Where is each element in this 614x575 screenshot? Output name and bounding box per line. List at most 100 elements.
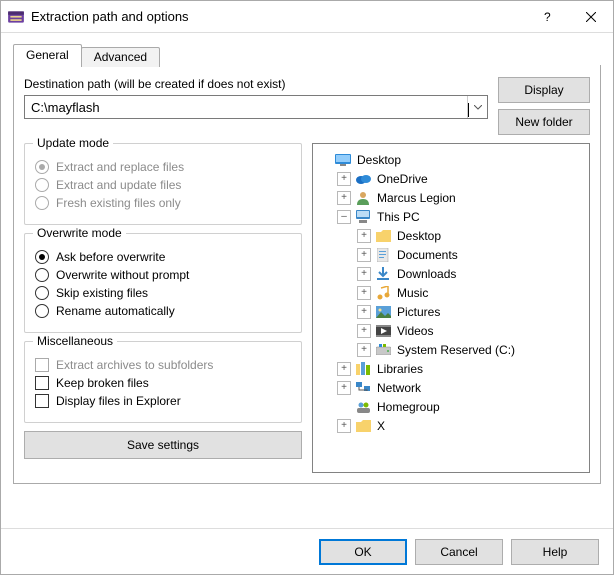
display-button[interactable]: Display xyxy=(498,77,590,103)
radio-ask-before[interactable]: Ask before overwrite xyxy=(35,250,291,264)
group-overwrite-title: Overwrite mode xyxy=(33,226,126,240)
save-settings-label: Save settings xyxy=(127,438,199,452)
tree-node-desktop[interactable]: Desktop xyxy=(317,150,585,169)
check-display-explorer-label: Display files in Explorer xyxy=(56,394,181,408)
check-keep-broken[interactable]: Keep broken files xyxy=(35,376,291,390)
tree-node-homegroup[interactable]: Homegroup xyxy=(317,397,585,416)
expand-icon[interactable]: + xyxy=(337,419,351,433)
check-display-explorer[interactable]: Display files in Explorer xyxy=(35,394,291,408)
titlebar: Extraction path and options ? xyxy=(1,1,613,33)
tree-node-pc-videos-label: Videos xyxy=(395,324,435,338)
folder-icon xyxy=(355,418,371,434)
help-footer-button[interactable]: Help xyxy=(511,539,599,565)
expand-icon[interactable]: + xyxy=(357,267,371,281)
new-folder-button[interactable]: New folder xyxy=(498,109,590,135)
tree-node-pc-sysres[interactable]: +System Reserved (C:) xyxy=(317,340,585,359)
cancel-button-label: Cancel xyxy=(440,545,477,559)
save-settings-button[interactable]: Save settings xyxy=(24,431,302,459)
expand-icon[interactable]: + xyxy=(357,248,371,262)
expand-icon[interactable]: + xyxy=(357,229,371,243)
tree-node-user[interactable]: + Marcus Legion xyxy=(317,188,585,207)
group-update-mode: Update mode Extract and replace files Ex… xyxy=(24,143,302,225)
tree-node-thispc[interactable]: – This PC xyxy=(317,207,585,226)
radio-extract-update-label: Extract and update files xyxy=(56,178,181,192)
check-extract-subfolders-label: Extract archives to subfolders xyxy=(56,358,213,372)
homegroup-icon xyxy=(355,399,371,415)
winrar-icon xyxy=(7,8,25,26)
cancel-button[interactable]: Cancel xyxy=(415,539,503,565)
drive-icon xyxy=(375,342,391,358)
new-folder-button-label: New folder xyxy=(515,115,572,129)
tree-node-thispc-label: This PC xyxy=(375,210,422,224)
radio-fresh-existing: Fresh existing files only xyxy=(35,196,291,210)
radio-overwrite-without-label: Overwrite without prompt xyxy=(56,268,189,282)
tree-node-pc-music[interactable]: +Music xyxy=(317,283,585,302)
tab-panel-general: Destination path (will be created if doe… xyxy=(13,65,601,484)
close-button[interactable] xyxy=(569,1,613,32)
user-icon xyxy=(355,190,371,206)
dialog-window: Extraction path and options ? General Ad… xyxy=(0,0,614,575)
tree-node-pc-pictures-label: Pictures xyxy=(395,305,442,319)
expand-icon[interactable]: + xyxy=(337,362,351,376)
tree-node-pc-desktop[interactable]: +Desktop xyxy=(317,226,585,245)
network-icon xyxy=(355,380,371,396)
expand-icon[interactable]: + xyxy=(357,286,371,300)
expand-icon[interactable]: + xyxy=(337,191,351,205)
check-keep-broken-label: Keep broken files xyxy=(56,376,149,390)
expand-icon[interactable]: + xyxy=(337,172,351,186)
tree-node-libraries[interactable]: +Libraries xyxy=(317,359,585,378)
tree-node-desktop-label: Desktop xyxy=(355,153,403,167)
tab-advanced-label: Advanced xyxy=(94,50,147,64)
folder-icon xyxy=(375,228,391,244)
tree-node-pc-videos[interactable]: + Videos xyxy=(317,321,585,340)
check-extract-subfolders: Extract archives to subfolders xyxy=(35,358,291,372)
radio-extract-replace: Extract and replace files xyxy=(35,160,291,174)
destination-dropdown-button[interactable] xyxy=(467,96,487,118)
tree-node-pc-downloads[interactable]: +Downloads xyxy=(317,264,585,283)
ok-button-label: OK xyxy=(354,545,371,559)
tab-general[interactable]: General xyxy=(13,44,82,66)
tree-node-pc-pictures[interactable]: + Pictures xyxy=(317,302,585,321)
radio-icon xyxy=(35,250,49,264)
ok-button[interactable]: OK xyxy=(319,539,407,565)
radio-skip-existing[interactable]: Skip existing files xyxy=(35,286,291,300)
expand-icon[interactable]: + xyxy=(357,305,371,319)
radio-rename-auto[interactable]: Rename automatically xyxy=(35,304,291,318)
thispc-icon xyxy=(355,209,371,225)
tree-node-x[interactable]: +X xyxy=(317,416,585,435)
tree-node-network[interactable]: + Network xyxy=(317,378,585,397)
expand-icon[interactable]: + xyxy=(357,324,371,338)
destination-input[interactable] xyxy=(25,96,466,118)
radio-overwrite-without-prompt[interactable]: Overwrite without prompt xyxy=(35,268,291,282)
tree-node-network-label: Network xyxy=(375,381,423,395)
onedrive-icon xyxy=(355,171,371,187)
radio-icon xyxy=(35,304,49,318)
music-icon xyxy=(375,285,391,301)
dialog-footer: OK Cancel Help xyxy=(1,528,613,574)
help-button[interactable]: ? xyxy=(525,1,569,32)
tree-node-pc-documents[interactable]: +Documents xyxy=(317,245,585,264)
radio-skip-existing-label: Skip existing files xyxy=(56,286,148,300)
group-miscellaneous: Miscellaneous Extract archives to subfol… xyxy=(24,341,302,423)
destination-label: Destination path (will be created if doe… xyxy=(24,77,488,91)
radio-icon xyxy=(35,160,49,174)
tree-node-homegroup-label: Homegroup xyxy=(375,400,442,414)
desktop-icon xyxy=(335,152,351,168)
client-area: General Advanced Destination path (will … xyxy=(1,33,613,528)
checkbox-icon xyxy=(35,358,49,372)
display-button-label: Display xyxy=(524,83,563,97)
collapse-icon[interactable]: – xyxy=(337,210,351,224)
folder-tree[interactable]: Desktop + OneDrive + xyxy=(312,143,590,473)
expand-icon[interactable]: + xyxy=(337,381,351,395)
group-update-title: Update mode xyxy=(33,136,113,150)
window-title: Extraction path and options xyxy=(31,9,525,24)
tab-strip: General Advanced xyxy=(13,41,601,65)
expand-icon[interactable]: + xyxy=(357,343,371,357)
tree-node-onedrive[interactable]: + OneDrive xyxy=(317,169,585,188)
pictures-icon xyxy=(375,304,391,320)
destination-combo[interactable] xyxy=(24,95,488,119)
radio-icon xyxy=(35,196,49,210)
chevron-down-icon xyxy=(474,105,482,110)
tab-advanced[interactable]: Advanced xyxy=(81,47,160,67)
radio-icon xyxy=(35,286,49,300)
